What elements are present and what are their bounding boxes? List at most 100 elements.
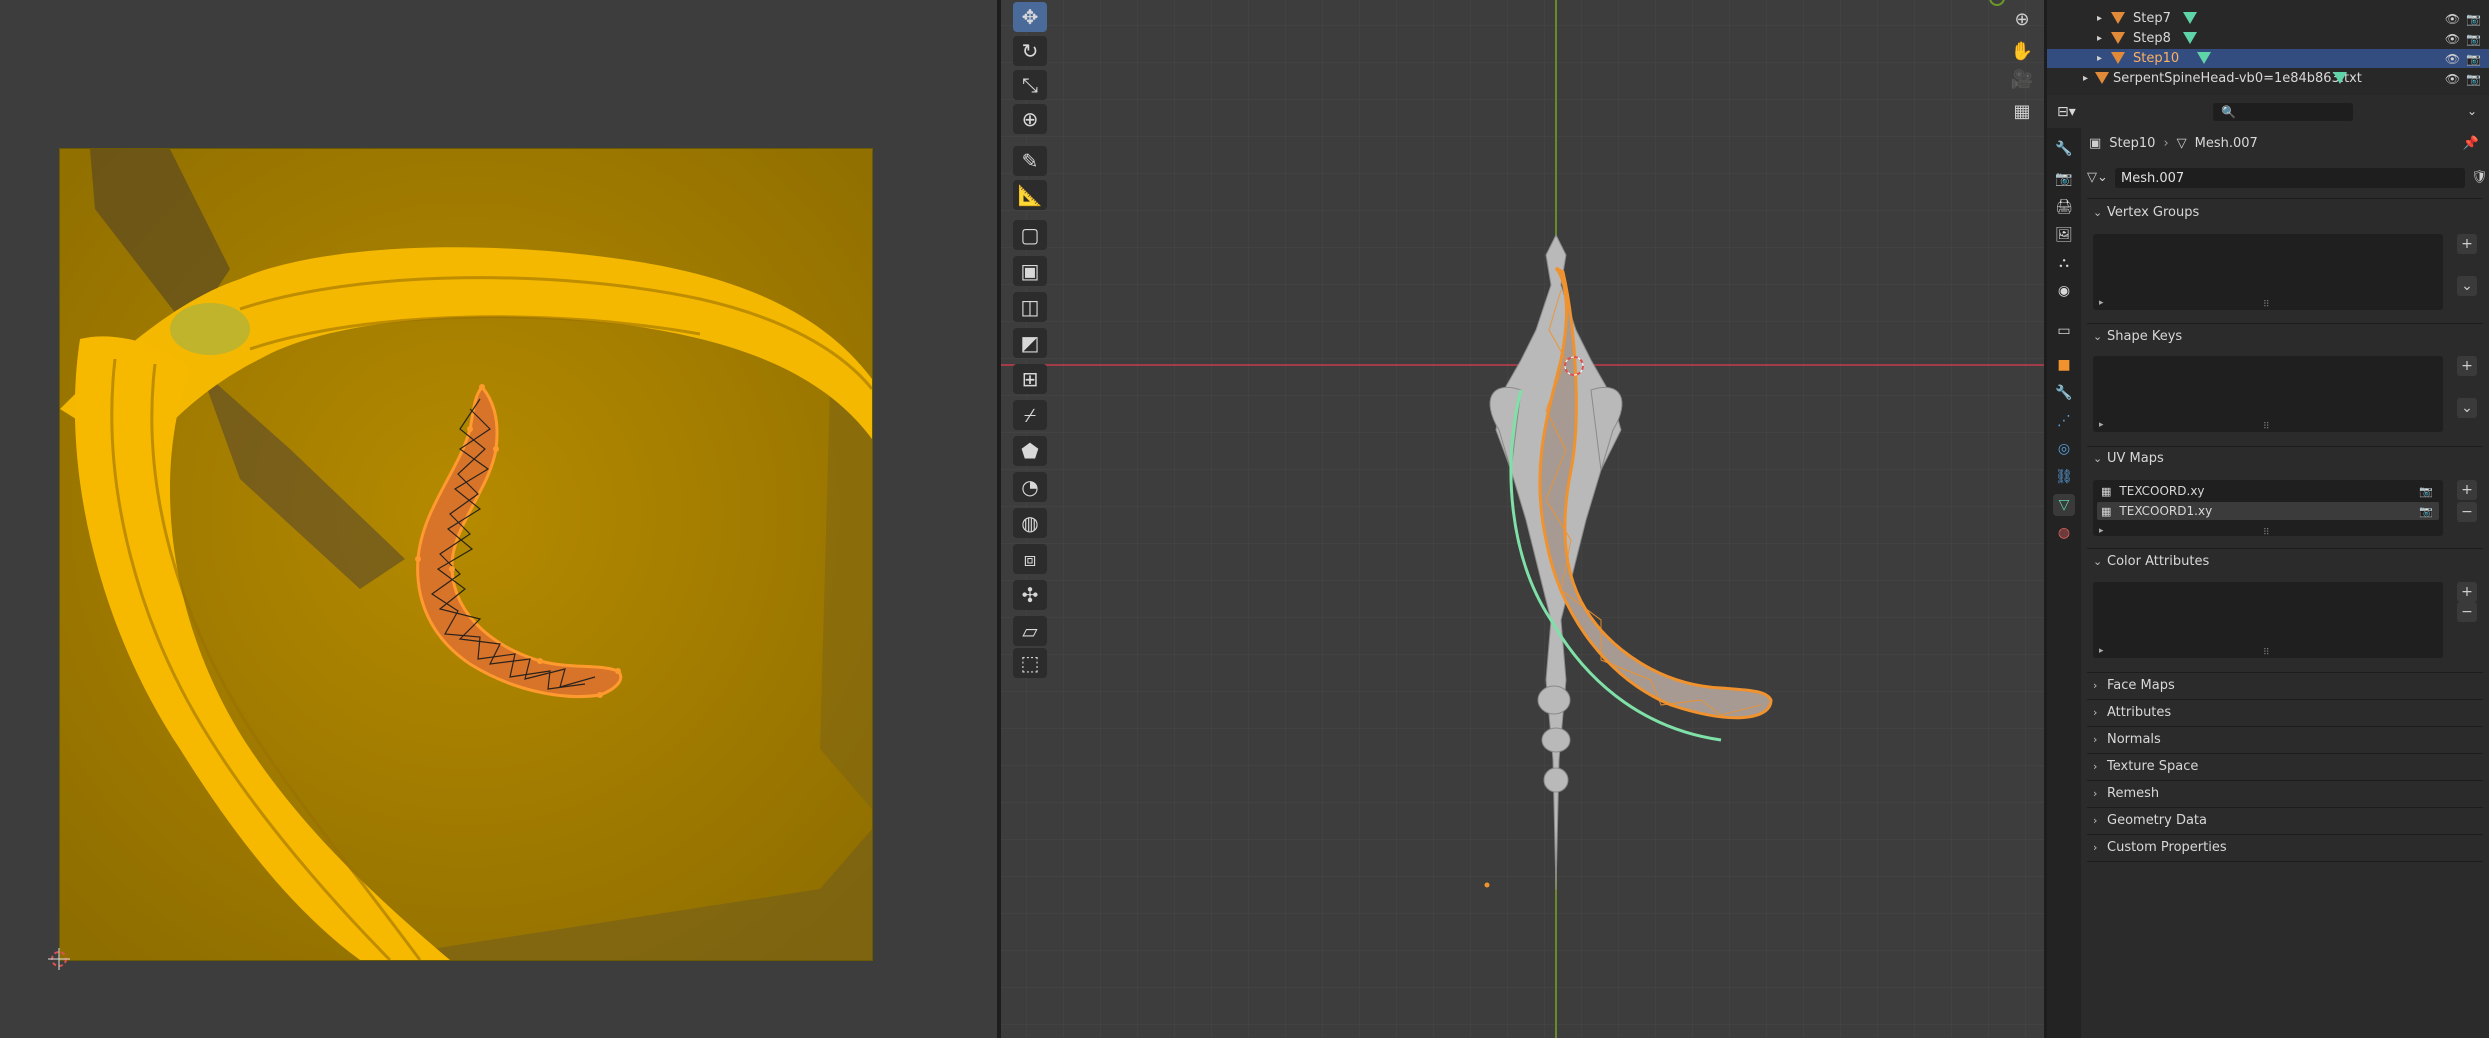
constraints-tab-icon[interactable]: ⛓ bbox=[2053, 466, 2075, 488]
add-color-attribute-button[interactable]: + bbox=[2457, 582, 2477, 602]
list-expand-icon[interactable]: ▸ bbox=[2099, 420, 2104, 430]
2d-cursor[interactable] bbox=[48, 948, 70, 970]
panel-attributes[interactable]: › Attributes bbox=[2093, 702, 2171, 722]
rotate-icon[interactable]: ↻ bbox=[1013, 36, 1047, 66]
rip-region-icon[interactable]: ⬚ bbox=[1013, 648, 1047, 678]
extrude-icon[interactable]: ▣ bbox=[1013, 256, 1047, 286]
remove-color-attribute-button[interactable]: − bbox=[2457, 602, 2477, 622]
scale-icon[interactable]: ⤡ bbox=[1013, 70, 1047, 100]
expand-icon[interactable]: ▸ bbox=[2083, 73, 2088, 84]
smooth-icon[interactable]: ◍ bbox=[1013, 508, 1047, 538]
panel-face-maps[interactable]: › Face Maps bbox=[2093, 675, 2175, 695]
measure-icon[interactable]: 📐 bbox=[1013, 180, 1047, 210]
list-expand-icon[interactable]: ▸ bbox=[2099, 646, 2104, 656]
eye-icon[interactable]: 👁 bbox=[2445, 52, 2460, 66]
color-attributes-list[interactable]: ▸ ⠿ bbox=[2093, 582, 2443, 658]
editor-type-icon[interactable]: ⊟▾ bbox=[2057, 104, 2076, 120]
camera-icon[interactable]: 📷 bbox=[2419, 485, 2433, 498]
panel-shape-keys[interactable]: ⌄ Shape Keys bbox=[2093, 326, 2182, 346]
chevron-down-icon[interactable]: ⌄ bbox=[2467, 104, 2477, 118]
particles-tab-icon[interactable]: ⋰ bbox=[2053, 410, 2075, 432]
expand-icon[interactable]: ▸ bbox=[2097, 33, 2102, 44]
world-tab-icon[interactable]: ◉ bbox=[2053, 280, 2075, 302]
uv-map-name[interactable]: TEXCOORD.xy bbox=[2119, 484, 2204, 498]
uv-texture-image[interactable] bbox=[59, 148, 873, 961]
edge-slide-icon[interactable]: ⧈ bbox=[1013, 544, 1047, 574]
pin-icon[interactable]: 📌 bbox=[2463, 136, 2479, 151]
panel-vertex-groups[interactable]: ⌄ Vertex Groups bbox=[2093, 202, 2199, 222]
camera-icon[interactable]: 📷 bbox=[2466, 72, 2481, 86]
object-tab-icon[interactable]: ■ bbox=[2053, 354, 2075, 376]
spin-icon[interactable]: ◔ bbox=[1013, 472, 1047, 502]
mesh-data-tab-icon[interactable]: ▽ bbox=[2053, 494, 2075, 516]
3d-viewport[interactable] bbox=[1001, 0, 2044, 1038]
outliner-row[interactable]: ▸ SerpentSpineHead-vb0=1e84b863.txt 👁 📷 bbox=[2047, 69, 2489, 88]
expand-icon[interactable]: ▸ bbox=[2097, 13, 2102, 24]
uv-texture-canvas[interactable] bbox=[60, 149, 872, 960]
panel-color-attributes[interactable]: ⌄ Color Attributes bbox=[2093, 551, 2209, 571]
outliner-row[interactable] bbox=[2047, 0, 2489, 9]
list-resize-handle[interactable]: ⠿ bbox=[2263, 528, 2270, 538]
outliner[interactable]: ▸ Step7 👁 📷 ▸ Step8 👁 📷 ▸ Step10 👁 📷 ▸ Serp… bbox=[2047, 0, 2489, 95]
uv-editor[interactable] bbox=[0, 0, 997, 1038]
pan-hand-icon[interactable]: ✋ bbox=[2006, 36, 2038, 66]
panel-geometry-data[interactable]: › Geometry Data bbox=[2093, 810, 2207, 830]
grid-icon[interactable]: ▦ bbox=[2006, 96, 2038, 126]
list-resize-handle[interactable]: ⠿ bbox=[2263, 300, 2270, 310]
outliner-item-name[interactable]: Step8 bbox=[2133, 31, 2171, 46]
eye-icon[interactable]: 👁 bbox=[2445, 12, 2460, 26]
outliner-row[interactable]: ▸ Step8 👁 📷 bbox=[2047, 29, 2489, 48]
shrink-fatten-icon[interactable]: ✣ bbox=[1013, 580, 1047, 610]
shear-icon[interactable]: ▱ bbox=[1013, 616, 1047, 646]
panel-uv-maps[interactable]: ⌄ UV Maps bbox=[2093, 448, 2164, 468]
vertex-groups-list[interactable]: ▸ ⠿ bbox=[2093, 234, 2443, 310]
camera-icon[interactable]: 📷 bbox=[2466, 52, 2481, 66]
outliner-item-name[interactable]: SerpentSpineHead-vb0=1e84b863.txt bbox=[2113, 71, 2362, 86]
uv-map-row[interactable]: ▦ TEXCOORD.xy 📷 bbox=[2097, 482, 2439, 500]
uv-map-name[interactable]: TEXCOORD1.xy bbox=[2119, 504, 2212, 518]
bevel-icon[interactable]: ◩ bbox=[1013, 328, 1047, 358]
uv-map-row-active[interactable]: ▦ TEXCOORD1.xy 📷 bbox=[2097, 502, 2439, 520]
panel-remesh[interactable]: › Remesh bbox=[2093, 783, 2159, 803]
output-tab-icon[interactable]: 🖨 bbox=[2053, 196, 2075, 218]
remove-uv-map-button[interactable]: − bbox=[2457, 502, 2477, 522]
viewport-canvas[interactable] bbox=[1001, 0, 2044, 1038]
zoom-icon[interactable]: ⊕ bbox=[2006, 4, 2038, 34]
outliner-row[interactable]: ▸ Step7 👁 📷 bbox=[2047, 9, 2489, 28]
mesh-browse-icon[interactable]: ▽⌄ bbox=[2087, 170, 2108, 185]
camera-icon[interactable]: 📷 bbox=[2419, 505, 2433, 518]
camera-icon[interactable]: 📷 bbox=[2466, 12, 2481, 26]
loop-cut-icon[interactable]: ⊞ bbox=[1013, 364, 1047, 394]
list-expand-icon[interactable]: ▸ bbox=[2099, 298, 2104, 308]
outliner-item-name[interactable]: Step7 bbox=[2133, 11, 2171, 26]
transform-icon[interactable]: ⊕ bbox=[1013, 104, 1047, 134]
list-resize-handle[interactable]: ⠿ bbox=[2263, 648, 2270, 658]
add-cube-icon[interactable]: ▢ bbox=[1013, 220, 1047, 250]
shape-keys-list[interactable]: ▸ ⠿ bbox=[2093, 356, 2443, 432]
collection-tab-icon[interactable]: ▭ bbox=[2053, 320, 2075, 342]
properties-search[interactable]: 🔍 bbox=[2213, 103, 2353, 121]
add-uv-map-button[interactable]: + bbox=[2457, 480, 2477, 500]
scene-tab-icon[interactable]: ⛬ bbox=[2053, 252, 2075, 274]
expand-icon[interactable]: ▸ bbox=[2097, 53, 2102, 64]
tool-tab-icon[interactable]: 🔧 bbox=[2053, 138, 2075, 160]
move-icon[interactable]: ✥ bbox=[1013, 2, 1047, 32]
physics-tab-icon[interactable]: ◎ bbox=[2053, 438, 2075, 460]
poly-build-icon[interactable]: ⬟ bbox=[1013, 436, 1047, 466]
material-tab-icon[interactable]: ◍ bbox=[2053, 522, 2075, 544]
mesh-name-field[interactable]: Mesh.007 bbox=[2115, 168, 2465, 188]
outliner-row-selected[interactable]: ▸ Step10 👁 📷 bbox=[2047, 49, 2489, 68]
fake-user-icon[interactable]: 🛡 bbox=[2471, 170, 2488, 185]
panel-normals[interactable]: › Normals bbox=[2093, 729, 2161, 749]
knife-icon[interactable]: ⌿ bbox=[1013, 400, 1047, 430]
list-expand-icon[interactable]: ▸ bbox=[2099, 526, 2104, 536]
inset-icon[interactable]: ◫ bbox=[1013, 292, 1047, 322]
outliner-item-name[interactable]: Step10 bbox=[2133, 51, 2179, 66]
vertex-group-menu-button[interactable]: ⌄ bbox=[2457, 276, 2477, 296]
panel-texture-space[interactable]: › Texture Space bbox=[2093, 756, 2198, 776]
view-layer-tab-icon[interactable]: 🖼 bbox=[2053, 224, 2075, 246]
annotate-icon[interactable]: ✎ bbox=[1013, 146, 1047, 176]
add-vertex-group-button[interactable]: + bbox=[2457, 234, 2477, 254]
eye-icon[interactable]: 👁 bbox=[2445, 32, 2460, 46]
camera-icon[interactable]: 📷 bbox=[2466, 32, 2481, 46]
